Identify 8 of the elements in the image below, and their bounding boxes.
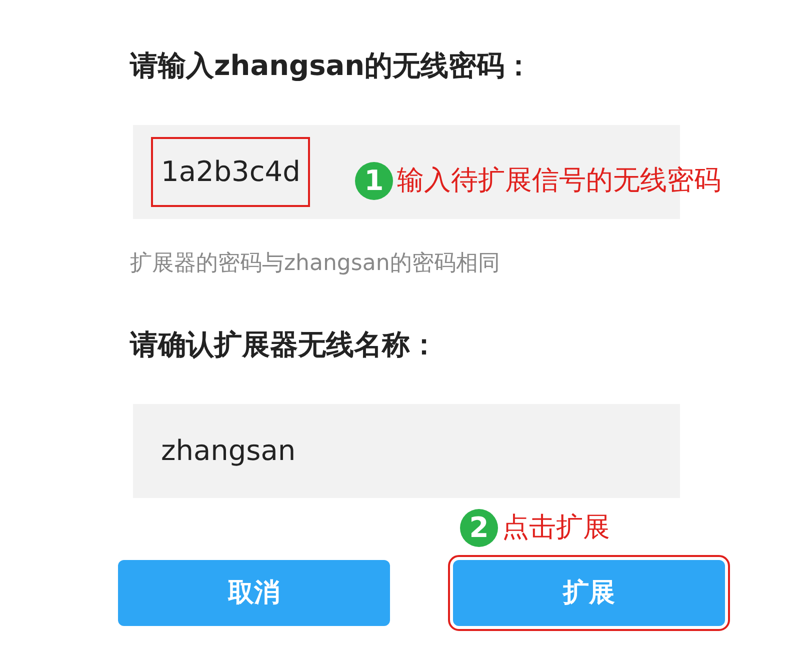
input-field[interactable]: zhangsan <box>151 416 306 486</box>
step-number-badge: 2 <box>460 509 498 548</box>
annotation-text: 输入待扩展信号的无线密码 <box>397 164 721 198</box>
section-heading: 请输入zhangsan的无线密码： <box>130 48 534 84</box>
hint-text: 扩展器的密码与zhangsan的密码相同 <box>130 250 501 278</box>
input-field[interactable]: 1a2b3c4d <box>151 137 310 207</box>
annotation-text: 点击扩展 <box>502 511 610 545</box>
section-heading: 请确认扩展器无线名称： <box>130 327 439 363</box>
